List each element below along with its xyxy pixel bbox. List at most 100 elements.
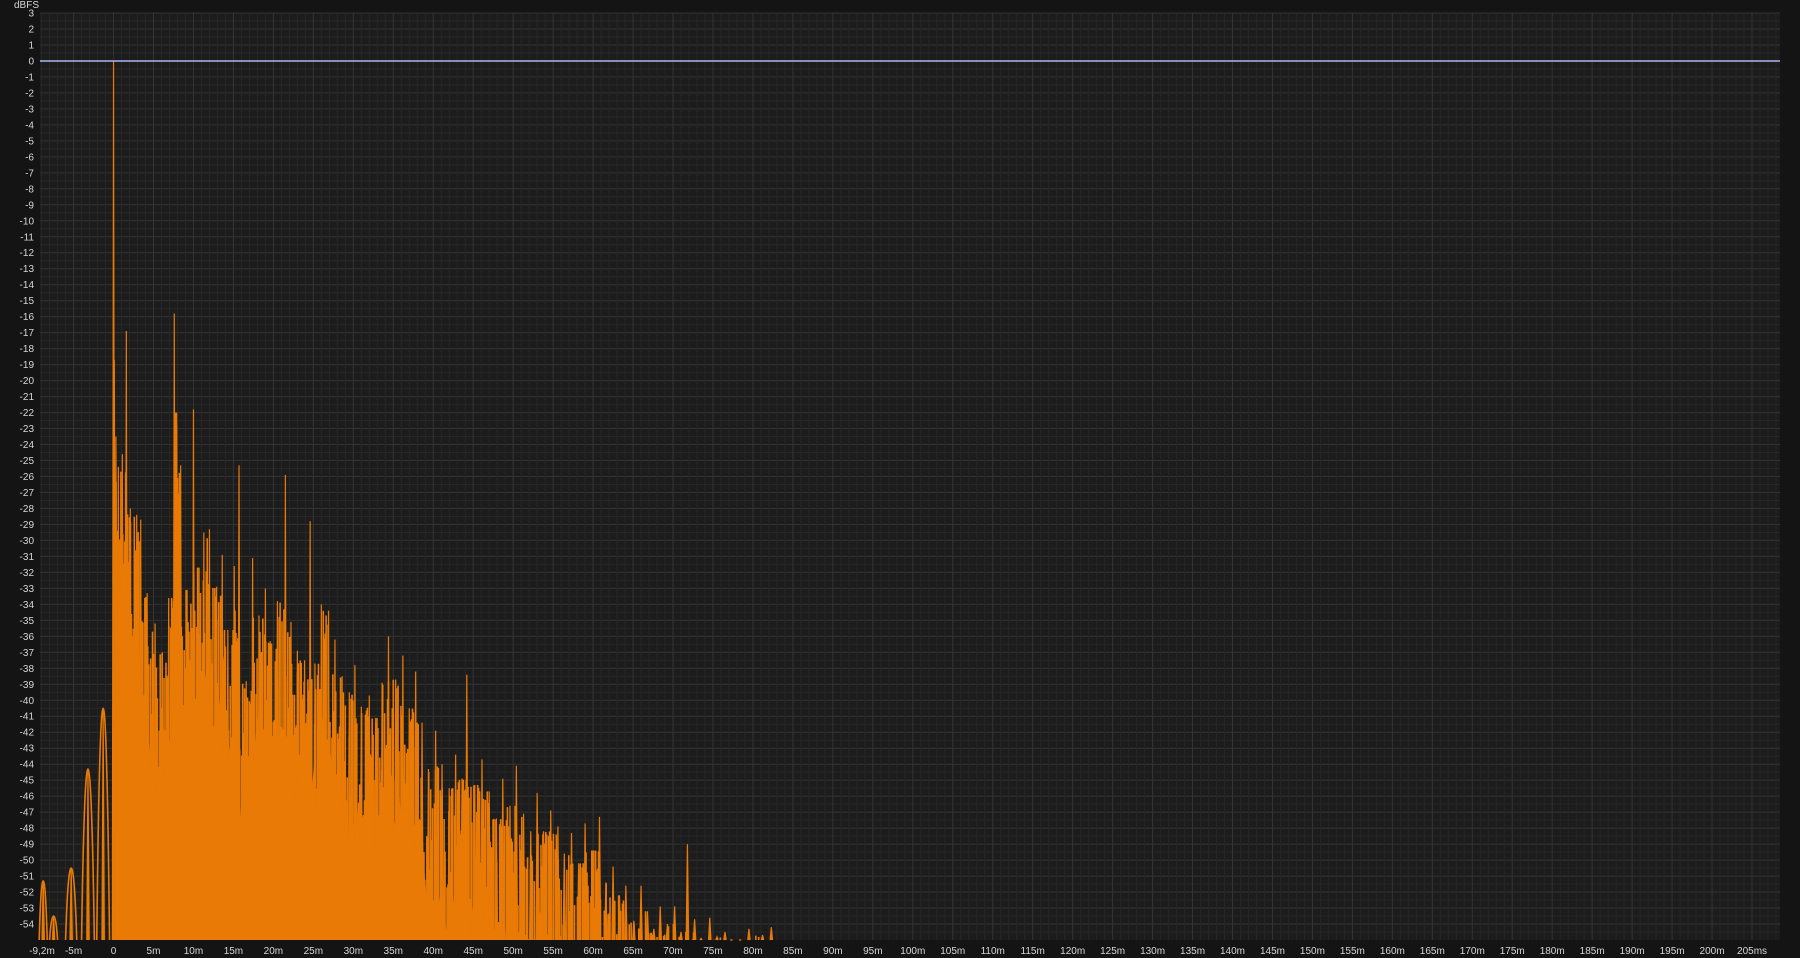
y-tick-label: -14 — [20, 280, 35, 291]
x-tick-label: 130m — [1140, 946, 1165, 957]
x-tick-label: 190m — [1620, 946, 1645, 957]
y-tick-label: -53 — [20, 904, 35, 915]
x-tick-label: 45m — [463, 946, 482, 957]
y-tick-label: -27 — [20, 488, 35, 499]
y-tick-label: -41 — [20, 712, 35, 723]
y-tick-label: -30 — [20, 536, 35, 547]
y-tick-label: -38 — [20, 664, 35, 675]
y-tick-label: -24 — [20, 440, 35, 451]
x-tick-label: -9,2m — [29, 946, 55, 957]
y-tick-label: -20 — [20, 376, 35, 387]
y-tick-label: -29 — [20, 520, 35, 531]
y-tick-label: -36 — [20, 632, 35, 643]
y-tick-label: -47 — [20, 808, 35, 819]
y-tick-label: -25 — [20, 456, 35, 467]
x-tick-label: 100m — [900, 946, 925, 957]
x-tick-label: 60m — [583, 946, 602, 957]
y-tick-label: 0 — [28, 56, 34, 67]
impulse-response-chart: 3210-1-2-3-4-5-6-7-8-9-10-11-12-13-14-15… — [14, 0, 1780, 957]
y-tick-label: -3 — [25, 104, 34, 115]
y-tick-label: -9 — [25, 200, 34, 211]
x-tick-label: 120m — [1060, 946, 1085, 957]
x-tick-label: 195m — [1660, 946, 1685, 957]
y-tick-label: -7 — [25, 168, 34, 179]
x-tick-label: -5m — [65, 946, 82, 957]
x-tick-label: 80m — [743, 946, 762, 957]
x-tick-label: 170m — [1460, 946, 1485, 957]
y-tick-label: -17 — [20, 328, 35, 339]
y-tick-label: -21 — [20, 392, 35, 403]
x-tick-label: 140m — [1220, 946, 1245, 957]
y-tick-label: -34 — [20, 600, 35, 611]
y-tick-label: -51 — [20, 872, 35, 883]
x-tick-label: 40m — [424, 946, 443, 957]
y-tick-label: -19 — [20, 360, 35, 371]
x-tick-label: 10m — [184, 946, 203, 957]
y-tick-label: -46 — [20, 792, 35, 803]
x-tick-label: 70m — [663, 946, 682, 957]
y-tick-label: -11 — [20, 232, 34, 243]
y-tick-label: -18 — [20, 344, 35, 355]
x-tick-label: 175m — [1500, 946, 1525, 957]
x-tick-label: 55m — [543, 946, 562, 957]
x-tick-label: 65m — [623, 946, 642, 957]
y-tick-label: -13 — [20, 264, 35, 275]
x-tick-label: 145m — [1260, 946, 1285, 957]
y-tick-label: -45 — [20, 776, 35, 787]
x-tick-label: 115m — [1021, 946, 1045, 957]
x-tick-label: 160m — [1380, 946, 1405, 957]
y-tick-label: -39 — [20, 680, 35, 691]
y-tick-label: -22 — [20, 408, 35, 419]
y-tick-label: -10 — [20, 216, 35, 227]
x-tick-label: 0 — [111, 946, 117, 957]
y-tick-label: -43 — [20, 744, 35, 755]
x-tick-label: 205ms — [1737, 946, 1767, 957]
x-tick-label: 105m — [940, 946, 965, 957]
x-tick-label: 50m — [503, 946, 522, 957]
y-tick-label: 1 — [28, 40, 34, 51]
x-tick-label: 25m — [304, 946, 323, 957]
x-tick-label: 35m — [384, 946, 403, 957]
y-tick-label: -16 — [20, 312, 35, 323]
y-tick-label: 2 — [28, 24, 34, 35]
x-tick-label: 85m — [783, 946, 802, 957]
x-tick-label: 125m — [1100, 946, 1125, 957]
y-tick-label: -49 — [20, 840, 35, 851]
y-tick-label: -15 — [20, 296, 35, 307]
y-tick-label: -2 — [25, 88, 34, 99]
x-tick-label: 75m — [703, 946, 722, 957]
y-tick-label: -42 — [20, 728, 35, 739]
x-tick-label: 155m — [1340, 946, 1365, 957]
y-tick-label: -48 — [20, 824, 35, 835]
x-tick-label: 110m — [981, 946, 1005, 957]
x-tick-label: 30m — [344, 946, 363, 957]
y-tick-label: -50 — [20, 856, 35, 867]
x-tick-label: 95m — [863, 946, 882, 957]
y-tick-label: -6 — [25, 152, 34, 163]
y-tick-label: -37 — [20, 648, 35, 659]
y-tick-label: -4 — [25, 120, 34, 131]
y-tick-label: -35 — [20, 616, 35, 627]
x-tick-label: 15m — [224, 946, 243, 957]
y-tick-label: -1 — [25, 72, 34, 83]
y-tick-label: -12 — [20, 248, 35, 259]
y-tick-label: -28 — [20, 504, 35, 515]
x-tick-label: 180m — [1540, 946, 1565, 957]
y-tick-label: -33 — [20, 584, 35, 595]
y-tick-label: -23 — [20, 424, 35, 435]
x-tick-label: 185m — [1580, 946, 1605, 957]
y-tick-label: -52 — [20, 888, 35, 899]
y-tick-label: -5 — [25, 136, 34, 147]
y-axis-labels: 3210-1-2-3-4-5-6-7-8-9-10-11-12-13-14-15… — [20, 9, 35, 931]
x-tick-label: 165m — [1420, 946, 1445, 957]
y-tick-label: -8 — [25, 184, 34, 195]
x-tick-label: 90m — [823, 946, 842, 957]
x-tick-label: 150m — [1300, 946, 1325, 957]
y-tick-label: -44 — [20, 760, 35, 771]
x-axis-labels: -9,2m -5m 0 5m 10m 15m 20m 25m 30m 35m 40m 45m 50m 55… — [29, 946, 1767, 957]
x-tick-label: 135m — [1180, 946, 1205, 957]
y-tick-label: -31 — [20, 552, 35, 563]
x-tick-label: 5m — [147, 946, 161, 957]
y-tick-label: -32 — [20, 568, 35, 579]
y-tick-label: -40 — [20, 696, 35, 707]
